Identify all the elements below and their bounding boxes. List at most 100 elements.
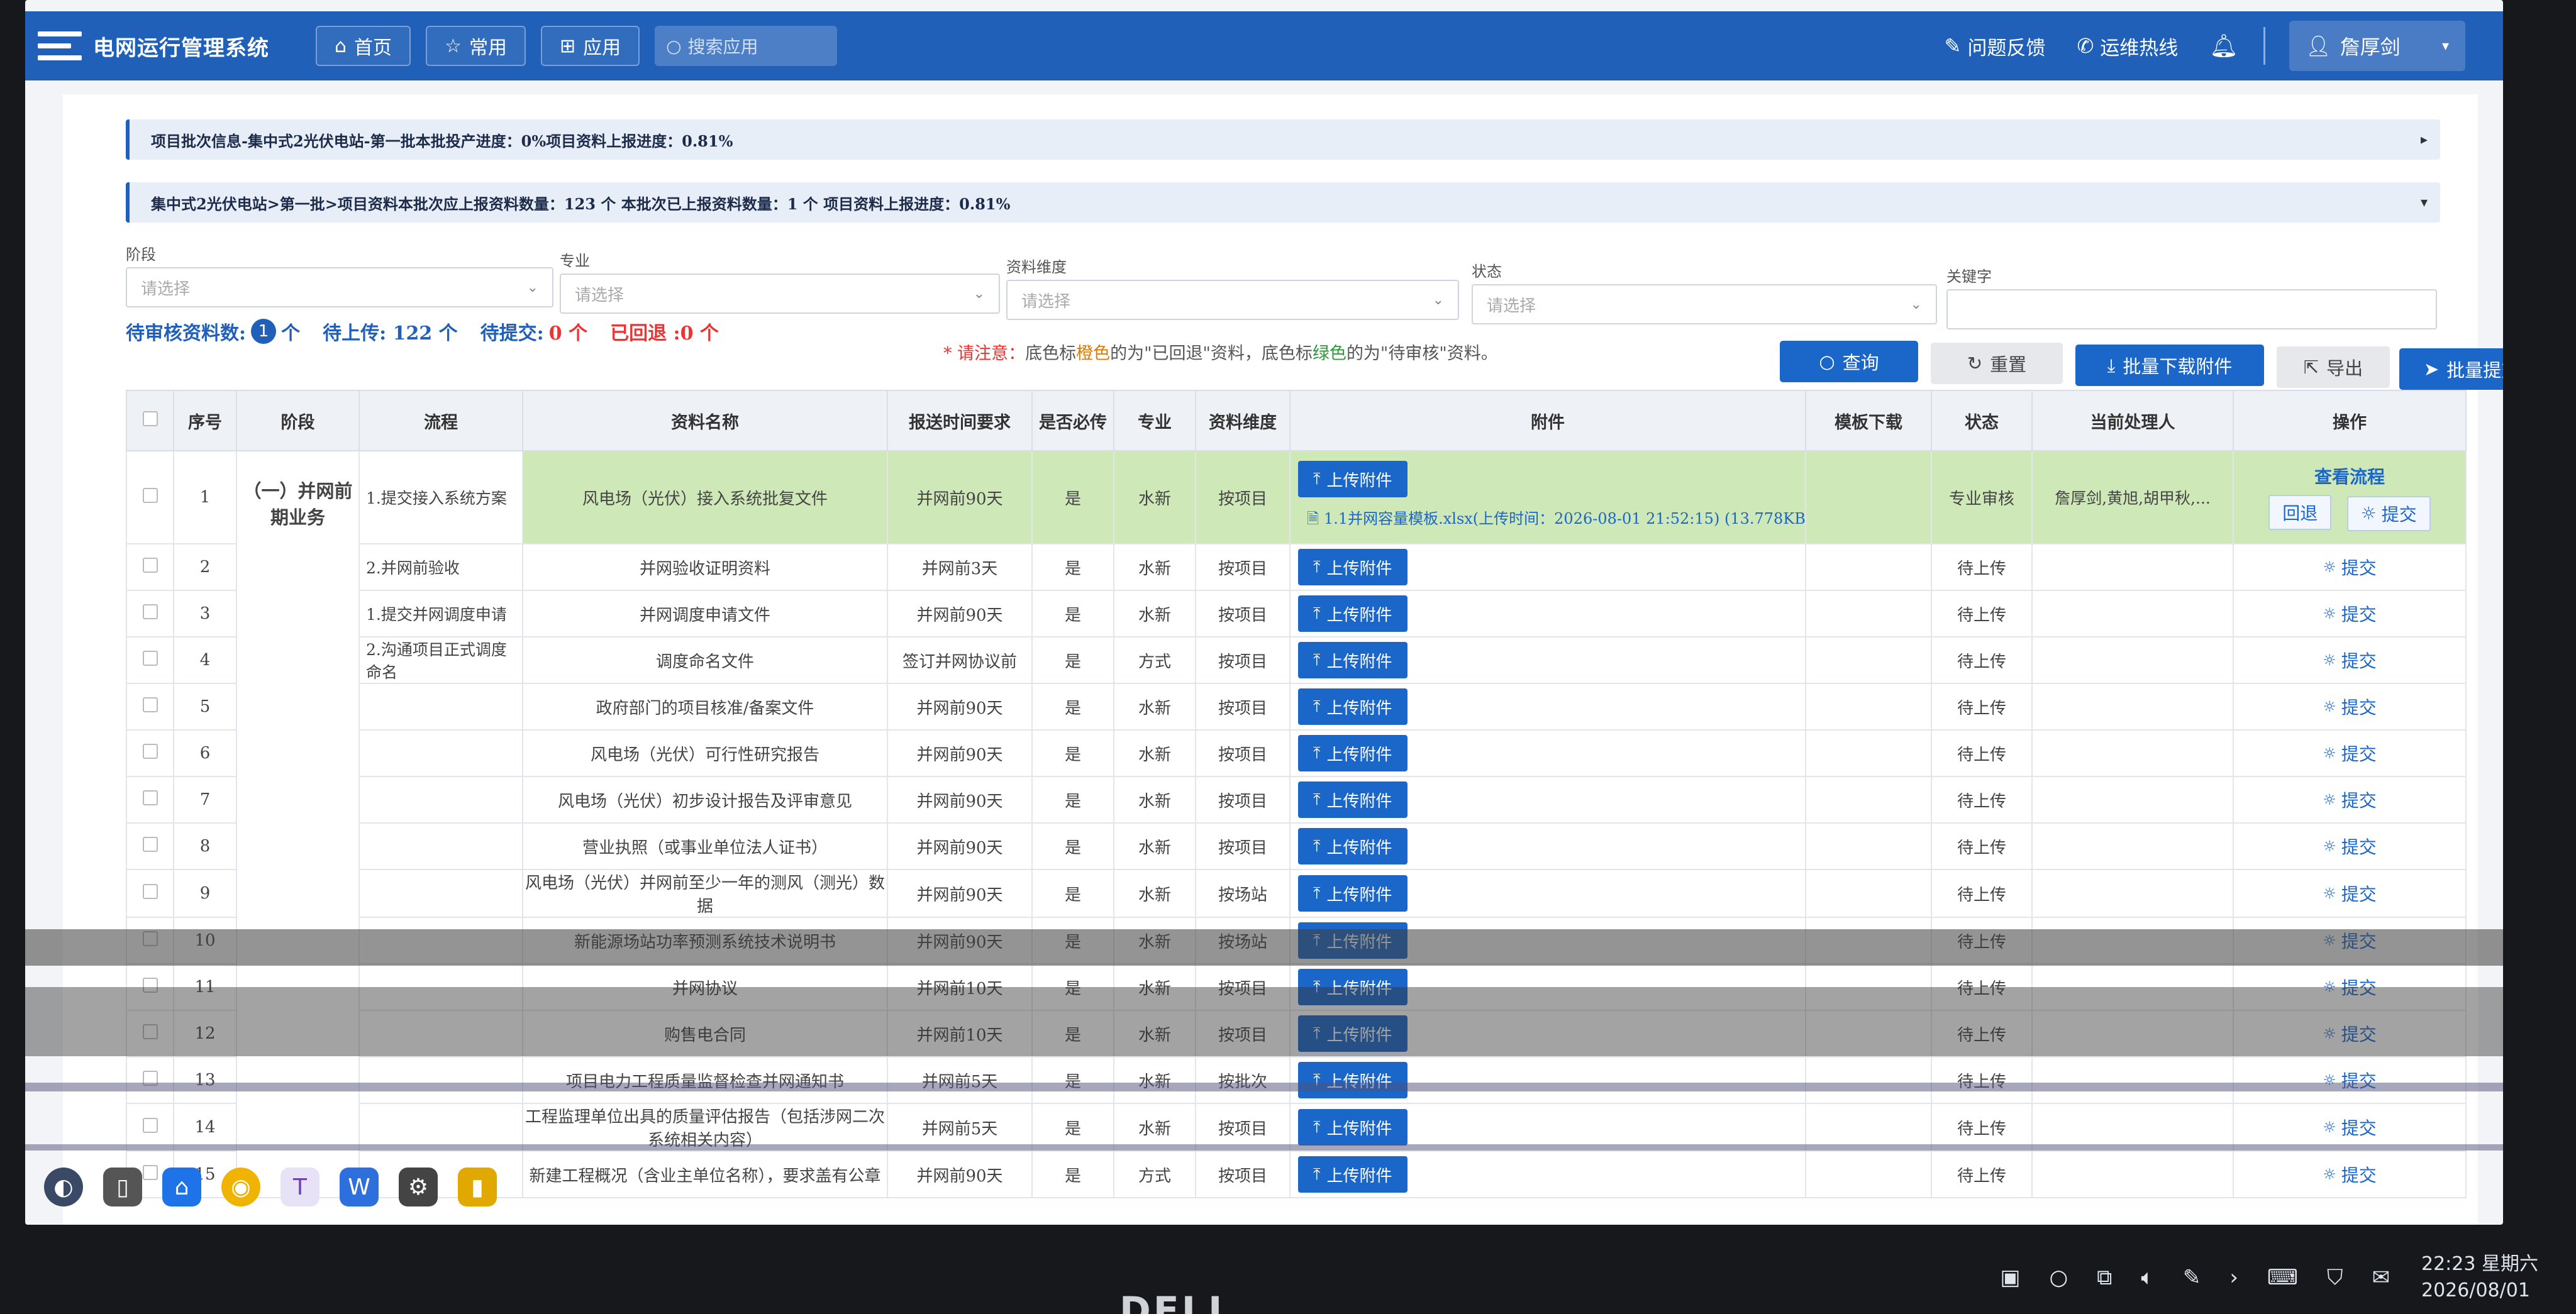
row-select-cell[interactable] (126, 590, 174, 638)
row-select-cell[interactable] (126, 683, 174, 731)
dimension-label: 资料维度 (1006, 258, 1067, 276)
export-button[interactable]: ⇱ 导出 (2277, 346, 2390, 388)
reset-button[interactable]: ↻ 重置 (1931, 343, 2063, 384)
row-major: 水新 (1113, 869, 1196, 918)
hotline-link[interactable]: ✆ 运维热线 (2077, 32, 2178, 60)
home-app-icon[interactable]: ⌂ (162, 1168, 201, 1206)
gear-icon: ☼ (2323, 1118, 2336, 1136)
submit-button[interactable]: ☼提交 (2323, 787, 2377, 812)
query-button[interactable]: ○ 查询 (1780, 341, 1918, 382)
network-icon[interactable]: ▣ (2000, 1265, 2020, 1290)
report-info-bar[interactable]: 集中式2光伏电站>第一批>项目资料本批次应上报资料数量：123 个 本批次已上报… (126, 182, 2440, 223)
download-icon: ⤓ (2107, 354, 2116, 376)
row-major: 水新 (1113, 1056, 1196, 1104)
row-checkbox[interactable] (142, 604, 158, 619)
browser-icon[interactable]: ◉ (221, 1168, 260, 1206)
clock[interactable]: 22:23 星期六 2026/08/01 (2421, 1251, 2538, 1304)
submit-button[interactable]: ☼提交 (2323, 741, 2377, 766)
submit-button[interactable]: ☼提交 (2323, 694, 2377, 719)
row-checkbox[interactable] (142, 697, 158, 712)
row-select-cell[interactable] (126, 869, 174, 918)
row-select-cell[interactable] (126, 1056, 174, 1104)
row-select-cell[interactable] (126, 450, 174, 544)
upload-attachment-button[interactable]: ⤒上传附件 (1298, 595, 1407, 632)
keyword-input[interactable] (1946, 289, 2437, 329)
upload-attachment-button[interactable]: ⤒上传附件 (1298, 642, 1407, 678)
row-select-cell[interactable] (126, 729, 174, 777)
text-app-icon[interactable]: T (280, 1168, 319, 1206)
upload-attachment-button[interactable]: ⤒上传附件 (1298, 461, 1407, 497)
row-select-cell[interactable] (126, 636, 174, 684)
upload-attachment-button[interactable]: ⤒上传附件 (1298, 688, 1407, 725)
rollback-button[interactable]: 回退 (2268, 495, 2332, 531)
col-major: 专业 (1113, 390, 1196, 451)
app-icon[interactable]: ▮ (458, 1168, 497, 1206)
search-icon[interactable]: ○ (2049, 1265, 2068, 1290)
nav-common-button[interactable]: ☆ 常用 (426, 26, 526, 66)
multitask-icon[interactable]: ▯ (103, 1168, 142, 1206)
row-select-cell[interactable] (126, 776, 174, 824)
major-select[interactable]: 请选择 ⌄ (560, 273, 1000, 314)
notification-icon[interactable]: ✉ (2372, 1265, 2390, 1290)
upload-label: 上传附件 (1326, 1119, 1392, 1139)
chevron-right-icon[interactable]: › (2229, 1265, 2238, 1290)
row-checkbox[interactable] (142, 650, 158, 666)
submit-button[interactable]: ☼提交 (2323, 555, 2377, 580)
view-flow-link[interactable]: 查看流程 (2314, 463, 2385, 489)
upload-attachment-button[interactable]: ⤒上传附件 (1298, 549, 1407, 585)
row-checkbox[interactable] (142, 790, 158, 805)
upload-attachment-button[interactable]: ⤒上传附件 (1298, 781, 1407, 818)
search-icon: ○ (666, 35, 682, 57)
nav-home-button[interactable]: ⌂ 首页 (316, 26, 411, 66)
stage-select[interactable]: 请选择 ⌄ (126, 267, 553, 307)
settings-icon[interactable]: ⚙ (399, 1168, 438, 1206)
batch-info-bar[interactable]: 项目批次信息-集中式2光伏电站-第一批本批投产进度：0%项目资料上报进度：0.8… (126, 119, 2440, 160)
row-select-cell[interactable] (126, 543, 174, 591)
upload-attachment-button[interactable]: ⤒上传附件 (1298, 735, 1407, 771)
status-select[interactable]: 请选择 ⌄ (1472, 284, 1937, 324)
submit-button[interactable]: ☼提交 (2323, 648, 2377, 673)
row-template-download (1805, 450, 1932, 544)
wps-icon[interactable]: W (340, 1168, 379, 1206)
app-search-input[interactable]: ○ 搜索应用 (655, 26, 838, 66)
returned-stat: 已回退 :0 个 (610, 323, 719, 345)
row-dimension: 按场站 (1195, 869, 1291, 918)
row-checkbox[interactable] (142, 1117, 158, 1133)
row-status: 待上传 (1931, 636, 2033, 684)
batch-download-button[interactable]: ⤓ 批量下载附件 (2075, 345, 2264, 386)
attachment-file-link[interactable]: 🗎︎ 1.1并网容量模板.xlsx(上传时间：2026-08-01 21:52:… (1298, 506, 1804, 534)
feedback-link[interactable]: ✎ 问题反馈 (1945, 32, 2046, 60)
submit-button[interactable]: ☼提交 (2323, 881, 2377, 906)
nav-apps-button[interactable]: ⊞ 应用 (540, 26, 640, 66)
select-all-checkbox[interactable] (142, 411, 158, 426)
dimension-select[interactable]: 请选择 ⌄ (1006, 280, 1459, 320)
volume-icon[interactable]: 🔈︎ (2141, 1265, 2153, 1290)
user-menu[interactable]: 👤︎ 詹厚剑 ▾ (2289, 21, 2465, 71)
row-operations: 查看流程回退 ☼ 提交 (2233, 450, 2467, 544)
start-icon[interactable]: ◐ (44, 1168, 83, 1206)
batch-submit-button[interactable]: ➤ 批量提交 (2399, 348, 2503, 390)
row-status: 待上传 (1931, 776, 2033, 824)
screen-icon[interactable]: ⧉ (2097, 1265, 2112, 1290)
upload-attachment-button[interactable]: ⤒上传附件 (1298, 828, 1407, 864)
submit-button[interactable]: ☼提交 (2323, 1115, 2377, 1140)
row-checkbox[interactable] (142, 743, 158, 759)
submit-button[interactable]: ☼提交 (2346, 495, 2431, 531)
upload-attachment-button[interactable]: ⤒上传附件 (1298, 1109, 1407, 1146)
row-checkbox[interactable] (142, 836, 158, 852)
upload-attachment-button[interactable]: ⤒上传附件 (1298, 875, 1407, 912)
submit-label: 提交 (2341, 697, 2377, 718)
select-all-header[interactable] (126, 390, 174, 451)
shield-icon[interactable]: ⛉ (2327, 1265, 2343, 1290)
row-checkbox[interactable] (142, 557, 158, 573)
upload-attachment-button[interactable]: ⤒上传附件 (1298, 1062, 1407, 1098)
submit-button[interactable]: ☼提交 (2323, 601, 2377, 626)
row-select-cell[interactable] (126, 822, 174, 870)
pen-icon[interactable]: ✎ (2183, 1265, 2201, 1290)
row-checkbox[interactable] (142, 487, 158, 503)
submit-button[interactable]: ☼提交 (2323, 834, 2377, 859)
row-checkbox[interactable] (142, 883, 158, 899)
row-status: 专业审核 (1931, 450, 2033, 544)
keyboard-icon[interactable]: ⌨ (2267, 1265, 2298, 1290)
bell-icon[interactable]: 🔔︎ (2209, 33, 2238, 59)
